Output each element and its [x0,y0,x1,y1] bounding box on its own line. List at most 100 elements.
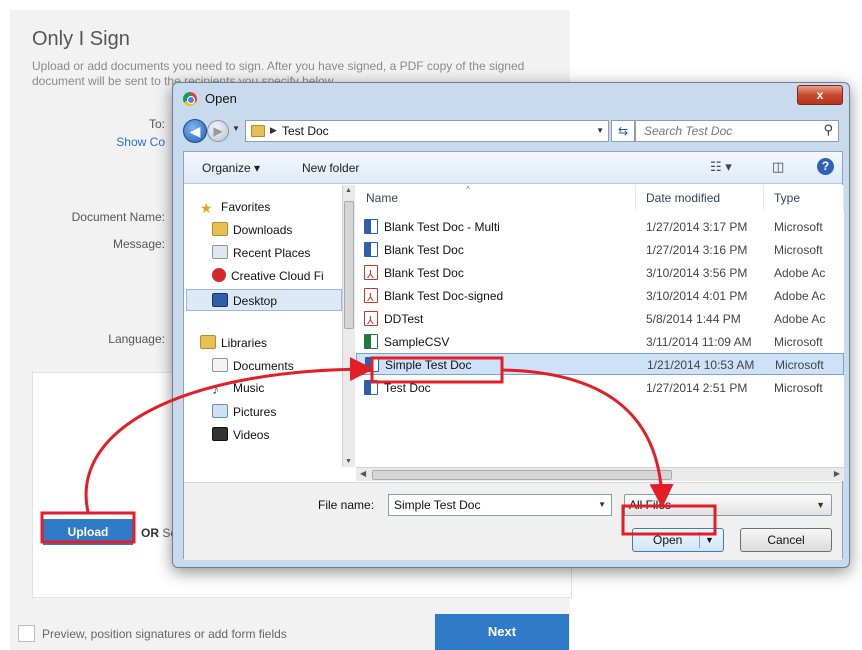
file-row[interactable]: Blank Test Doc-signed 3/10/2014 4:01 PM Ad… [356,285,844,309]
file-row[interactable]: Blank Test Doc 3/10/2014 3:56 PM Adobe Ac [356,262,844,286]
show-cc-link[interactable]: Show Co [110,135,165,149]
preview-pane-icon[interactable]: ◫ [772,159,784,175]
file-name: Blank Test Doc [384,243,464,257]
file-type-value: All Files [629,498,672,512]
nav-downloads[interactable]: Downloads [212,222,292,237]
or-label: OR [141,526,159,540]
back-arrow-icon[interactable]: ◀ [183,119,207,143]
file-name: Blank Test Doc - Multi [384,220,500,234]
nav-downloads-label: Downloads [233,223,293,237]
dialog-titlebar[interactable]: Open x [173,83,849,113]
file-type: Microsoft [774,335,823,349]
file-date: 1/27/2014 3:16 PM [646,243,748,257]
nav-scroll-thumb[interactable] [344,201,354,329]
preview-checkbox[interactable] [18,625,35,642]
file-list-scrollbar[interactable]: ◀ ▶ [356,467,844,481]
file-row[interactable]: Test Doc 1/27/2014 2:51 PM Microsoft [356,377,844,399]
address-bar[interactable]: ▶ Test Doc ▼ [245,120,609,142]
file-type: Microsoft [775,358,824,372]
scroll-left-icon[interactable]: ◀ [360,469,366,478]
breadcrumb[interactable]: Test Doc [282,124,329,138]
scroll-up-icon[interactable]: ▲ [345,187,352,194]
next-button[interactable]: Next [435,614,569,650]
nav-libraries[interactable]: Libraries [200,335,267,350]
nav-desktop[interactable]: Desktop [186,289,342,311]
word-icon [364,380,378,395]
file-name: Blank Test Doc-signed [384,289,504,303]
file-type: Adobe Ac [774,289,826,303]
file-type-select[interactable]: All Files ▼ [624,494,832,516]
pdf-icon [364,264,378,286]
file-name-combobox[interactable]: ▼ [388,494,612,516]
refresh-icon[interactable]: ⇆ [611,120,635,142]
file-row[interactable]: DDTest 5/8/2014 1:44 PM Adobe Ac [356,308,844,332]
file-row[interactable]: SampleCSV 3/11/2014 11:09 AM Microsoft [356,331,844,353]
scroll-down-icon[interactable]: ▼ [345,458,352,465]
file-date: 1/27/2014 2:51 PM [646,381,748,395]
nav-favorites[interactable]: ★ Favorites [200,200,271,216]
navigation-pane: ★ Favorites Downloads Recent Places Creat… [184,185,354,467]
dialog-content: Organize ▾ New folder ☷ ▾ ◫ ? ★ Favorites… [183,151,844,560]
open-split-divider [699,532,700,548]
music-icon: ♪ [212,381,219,397]
dialog-footer: File name: ▼ All Files ▼ Open ▼ Cancel [184,482,842,560]
open-file-dialog: Open x ◀ ▶ ▼ ▶ Test Doc ▼ ⇆ ⚲ Organize ▾… [172,82,850,568]
open-button[interactable]: Open ▼ [632,528,724,552]
word-icon [364,242,378,257]
search-icon[interactable]: ⚲ [823,122,833,138]
view-options-icon[interactable]: ☷ ▾ [710,159,732,175]
file-name: DDTest [384,312,424,326]
scroll-right-icon[interactable]: ▶ [834,469,840,478]
nav-videos[interactable]: Videos [212,427,269,442]
nav-favorites-label: Favorites [221,200,271,214]
file-list: Name ^ Date modified Type Blank Test Doc … [356,185,844,467]
pdf-icon [364,287,378,309]
cancel-button[interactable]: Cancel [740,528,832,552]
file-name-dropdown-icon[interactable]: ▼ [598,500,606,509]
creative-cloud-icon [212,268,226,282]
nav-documents[interactable]: Documents [212,358,294,373]
upload-button[interactable]: Upload [43,519,133,545]
column-header-name[interactable]: Name ^ [356,185,636,211]
new-folder-button[interactable]: New folder [302,161,359,175]
open-button-label: Open [653,533,683,547]
excel-icon [364,334,378,349]
to-label: To: [148,117,165,131]
nav-pictures[interactable]: Pictures [212,404,276,419]
nav-creative-cloud[interactable]: Creative Cloud Fi [212,268,324,283]
dialog-title: Open [205,91,237,106]
nav-recent-places[interactable]: Recent Places [212,245,310,260]
language-label: Language: [108,332,165,346]
search-box[interactable]: ⚲ [635,120,839,142]
nav-scrollbar[interactable]: ▲ ▼ [342,185,355,467]
file-list-scroll-thumb[interactable] [372,470,672,480]
nav-music[interactable]: ♪ Music [212,381,264,397]
close-button[interactable]: x [797,85,843,105]
file-name-input[interactable] [392,496,592,514]
file-type-dropdown-icon[interactable]: ▼ [816,495,825,515]
history-dropdown-icon[interactable]: ▼ [232,124,240,133]
help-icon[interactable]: ? [817,158,834,175]
column-header-date[interactable]: Date modified [636,185,764,211]
file-row[interactable]: Blank Test Doc - Multi 1/27/2014 3:17 PM M… [356,216,844,238]
organize-menu[interactable]: Organize ▾ [202,161,260,175]
file-type: Microsoft [774,243,823,257]
file-row-selected[interactable]: Simple Test Doc 1/21/2014 10:53 AM Microso… [356,353,844,375]
open-dropdown-icon[interactable]: ▼ [705,529,714,551]
forward-arrow-icon[interactable]: ▶ [207,120,229,142]
word-icon [365,357,379,372]
file-date: 1/27/2014 3:17 PM [646,220,748,234]
address-dropdown-icon[interactable]: ▼ [596,126,604,135]
file-name: Blank Test Doc [384,266,464,280]
search-input[interactable] [642,122,822,140]
chrome-icon [183,92,197,106]
file-name-label: File name: [318,498,375,512]
breadcrumb-separator-icon[interactable]: ▶ [270,125,277,136]
file-row[interactable]: Blank Test Doc 1/27/2014 3:16 PM Microsoft [356,239,844,261]
column-header-type[interactable]: Type [764,185,844,211]
sort-indicator-icon: ^ [466,185,470,194]
file-date: 1/21/2014 10:53 AM [647,358,755,372]
videos-icon [212,427,228,441]
preview-label: Preview, position signatures or add form… [42,627,287,641]
document-name-label: Document Name: [71,210,165,224]
